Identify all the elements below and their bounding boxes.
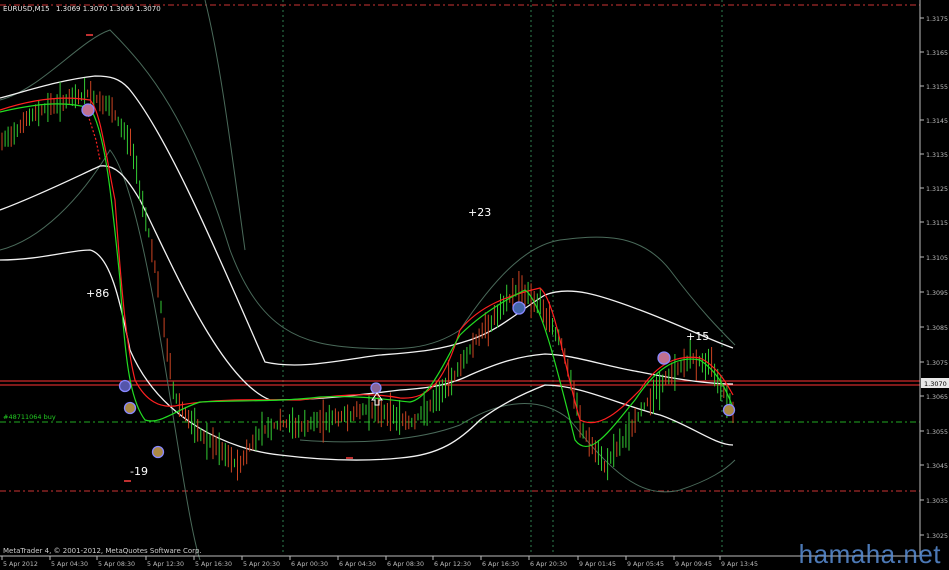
x-tick-label: 6 Apr 04:30 [339, 561, 376, 568]
price-chart[interactable]: EURUSD,M15 1.3069 1.3070 1.3069 1.3070 #… [0, 0, 949, 570]
annotation-3: +23 [468, 206, 491, 219]
watermark: hamaha.net [798, 539, 941, 569]
y-tick-label: 1.3035 [926, 498, 948, 505]
x-tick-label: 9 Apr 13:45 [721, 561, 758, 568]
trade-marker-4 [151, 445, 165, 459]
trade-marker-1 [81, 103, 95, 117]
trade-marker-2 [118, 379, 132, 393]
x-tick-label: 6 Apr 08:30 [387, 561, 424, 568]
x-tick-label: 9 Apr 01:45 [579, 561, 616, 568]
ohlc-label: 1.3069 1.3070 1.3069 1.3070 [56, 5, 161, 13]
y-tick-label: 1.3075 [926, 360, 948, 367]
x-tick-label: 5 Apr 2012 [3, 561, 38, 568]
trade-marker-6 [512, 301, 526, 315]
annotation-2: -19 [130, 465, 148, 478]
y-tick-label: 1.3055 [926, 429, 948, 436]
trade-marker-5 [370, 382, 382, 394]
symbol-label: EURUSD,M15 [3, 5, 50, 13]
y-tick-label: 1.3045 [926, 463, 948, 470]
annotation-1: +86 [86, 287, 109, 300]
x-tick-label: 6 Apr 20:30 [530, 561, 567, 568]
x-tick-label: 6 Apr 00:30 [291, 561, 328, 568]
y-tick-label: 1.3135 [926, 152, 948, 159]
x-tick-label: 5 Apr 12:30 [147, 561, 184, 568]
trade-marker-8 [722, 403, 736, 417]
x-tick-label: 5 Apr 04:30 [51, 561, 88, 568]
trade-marker-7 [657, 351, 671, 365]
current-price-label: 1.3070 [924, 380, 947, 388]
copyright-text: MetaTrader 4, © 2001-2012, MetaQuotes So… [3, 547, 202, 555]
trade-marker-3 [123, 401, 137, 415]
order-label: #48711064 buy [3, 413, 56, 421]
y-tick-label: 1.3175 [926, 16, 948, 23]
x-tick-label: 9 Apr 05:45 [627, 561, 664, 568]
x-tick-label: 5 Apr 20:30 [243, 561, 280, 568]
x-tick-label: 5 Apr 16:30 [195, 561, 232, 568]
y-tick-label: 1.3065 [926, 394, 948, 401]
x-tick-label: 6 Apr 16:30 [482, 561, 519, 568]
y-tick-label: 1.3095 [926, 290, 948, 297]
y-tick-label: 1.3145 [926, 118, 948, 125]
y-tick-label: 1.3155 [926, 84, 948, 91]
x-tick-label: 6 Apr 12:30 [434, 561, 471, 568]
y-tick-label: 1.3105 [926, 255, 948, 262]
y-tick-label: 1.3165 [926, 50, 948, 57]
x-tick-label: 9 Apr 09:45 [675, 561, 712, 568]
y-tick-label: 1.3125 [926, 186, 948, 193]
y-tick-label: 1.3115 [926, 220, 948, 227]
y-tick-label: 1.3085 [926, 325, 948, 332]
annotation-4: +15 [686, 330, 709, 343]
x-tick-label: 5 Apr 08:30 [98, 561, 135, 568]
